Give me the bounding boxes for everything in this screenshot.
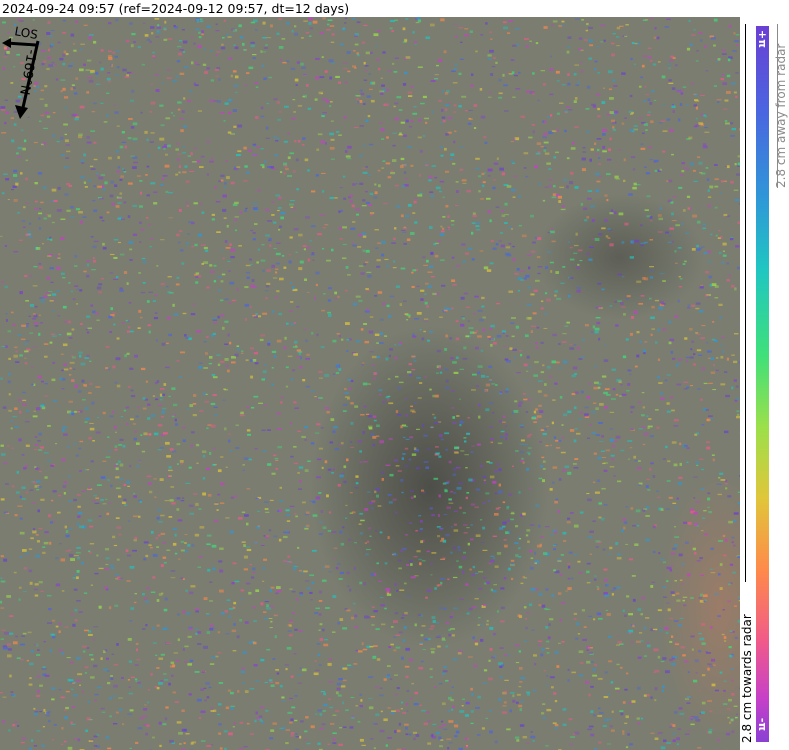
interferogram-map[interactable]: LOS -169°N: [0, 17, 740, 750]
colorbar-bottom-label: -π: [756, 717, 769, 732]
north-label: -169°N: [16, 48, 39, 96]
phase-colorbar: [756, 26, 769, 742]
colorbar-away-text: 2.8 cm away from radar: [774, 43, 788, 188]
colorbar-towards-text: 2.8 cm towards radar: [740, 614, 754, 743]
towards-indicator-line: [745, 24, 746, 582]
colorbar-top-label: +π: [756, 30, 769, 48]
north-arrow-icon: LOS -169°N: [2, 24, 40, 119]
map-title: 2024-09-24 09:57 (ref=2024-09-12 09:57, …: [2, 1, 350, 16]
phase-noise-pattern: [0, 17, 740, 750]
los-label: LOS: [13, 24, 38, 42]
